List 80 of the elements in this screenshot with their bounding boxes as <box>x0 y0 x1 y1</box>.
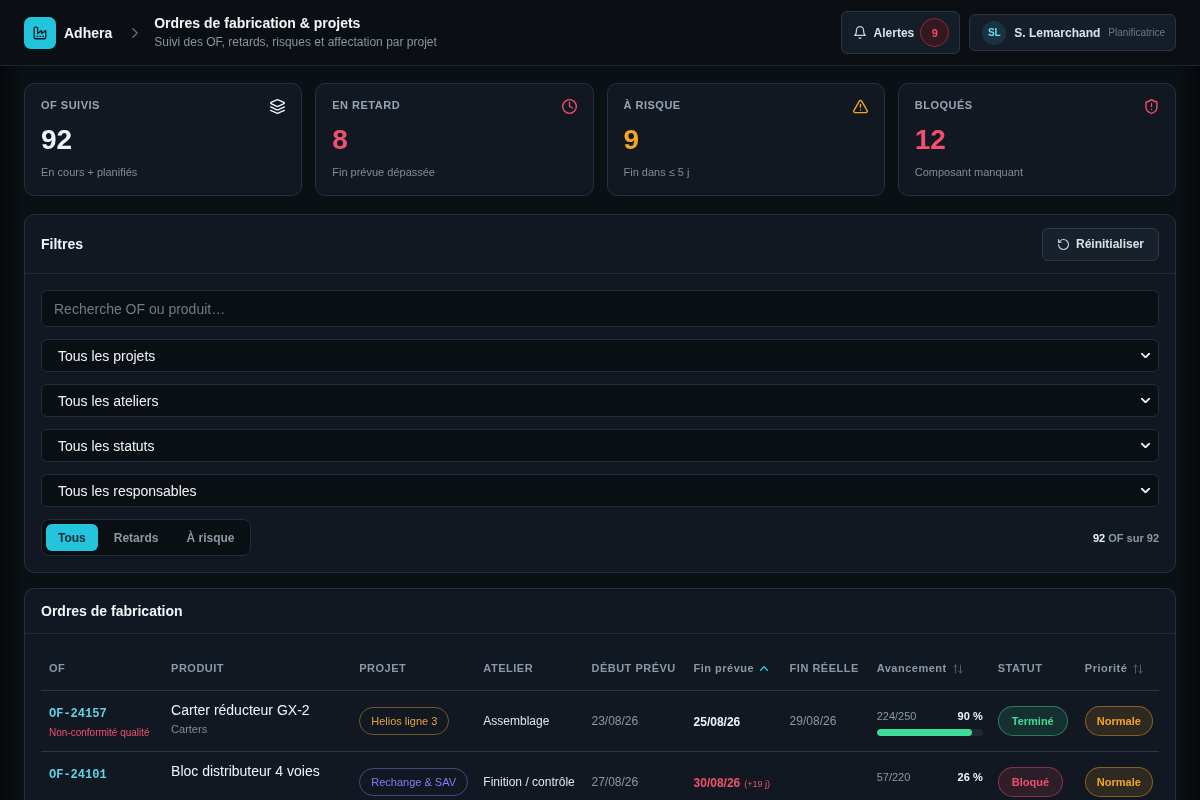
factory-logo-icon <box>24 16 56 49</box>
column-header: FIN RÉELLE <box>781 646 869 690</box>
table-cell: 23/08/26 <box>583 690 686 751</box>
view-tab[interactable]: Tous <box>46 524 98 551</box>
column-header[interactable]: Priorité <box>1076 646 1159 690</box>
kpi-caption: Fin dans ≤ 5 j <box>623 165 691 179</box>
view-tab[interactable]: À risque <box>174 524 247 551</box>
product-name: Bloc distributeur 4 voies <box>171 762 321 779</box>
status-badge: Terminé <box>997 705 1068 736</box>
kpi-value: 12 <box>914 124 947 156</box>
end-date: 25/08/26 <box>693 714 741 729</box>
user-role: Planificatrice <box>1108 27 1165 38</box>
layers-icon <box>270 98 286 114</box>
user-avatar: SL <box>982 20 1007 45</box>
page-title: Ordres de fabrication & projets <box>154 15 362 32</box>
column-header[interactable]: Fin prévue <box>685 646 782 690</box>
column-header: PROJET <box>351 646 476 690</box>
kpi-value: 92 <box>41 124 74 156</box>
kpi-label: OF SUIVIS <box>41 98 100 112</box>
alerts-button[interactable]: Alertes 9 <box>840 11 961 54</box>
priority-badge: Normale <box>1084 705 1153 736</box>
kpi-value: 8 <box>332 124 349 156</box>
column-header: DÉBUT PRÉVU <box>583 646 686 690</box>
kpi-value: 9 <box>623 124 641 156</box>
priority-badge: Normale <box>1084 766 1153 797</box>
delay-label: (+19 j) <box>744 778 770 789</box>
filter-dropdown[interactable]: Tous les projets <box>41 339 1159 372</box>
table-cell: Finition / contrôle <box>475 751 584 800</box>
kpi-caption: Composant manquant <box>914 165 1024 179</box>
end-date: 30/08/26 <box>693 775 741 790</box>
clock-icon <box>561 98 577 114</box>
reset-button[interactable]: Réinitialiser <box>1041 227 1159 261</box>
sort-arrows-icon <box>952 663 963 674</box>
shield-alert-icon <box>1144 98 1159 114</box>
order-number-link[interactable]: OF-24157 <box>49 706 107 721</box>
product-category: Carters <box>171 721 209 736</box>
result-count: 92 OF sur 92 <box>1092 531 1159 544</box>
table-cell: 29/08/26 <box>781 690 869 751</box>
page-subtitle: Suivi des OF, retards, risques et affectation par projet <box>154 35 437 50</box>
bell-icon <box>853 26 866 39</box>
warning-icon <box>852 98 868 114</box>
filter-dropdown[interactable]: Tous les statuts <box>41 429 1159 462</box>
product-name: Carter réducteur GX-2 <box>171 701 311 718</box>
chevron-down-icon <box>1141 353 1150 358</box>
filter-dropdown[interactable]: Tous les ateliers <box>41 384 1159 417</box>
user-menu-button[interactable]: SL S. Lemarchand Planificatrice <box>969 14 1176 51</box>
progress-percent: 90 % <box>957 708 983 723</box>
panel-title: Filtres <box>41 236 83 252</box>
progress-percent: 26 % <box>957 769 983 784</box>
sort-ascending-icon <box>760 666 769 672</box>
view-tab[interactable]: Retards <box>101 524 171 551</box>
chevron-down-icon <box>1141 443 1150 448</box>
column-header: OF <box>41 646 164 690</box>
column-header: STATUT <box>989 646 1077 690</box>
progress-count: 224/250 <box>876 708 917 723</box>
column-header[interactable]: Avancement <box>868 646 990 690</box>
breadcrumb-chevron-icon <box>132 27 139 38</box>
kpi-caption: Fin prévue dépassée <box>332 165 436 179</box>
chevron-down-icon <box>1141 398 1150 403</box>
order-number-link[interactable]: OF-24101 <box>49 767 107 782</box>
order-warning-text: Non-conformité qualité <box>49 726 151 739</box>
filter-dropdown[interactable]: Tous les responsables <box>41 474 1159 507</box>
circular-arrow-icon <box>1057 238 1069 250</box>
column-header: PRODUIT <box>163 646 352 690</box>
search-field[interactable]: Recherche OF ou produit… <box>41 290 1159 327</box>
chevron-down-icon <box>1141 488 1150 493</box>
sort-arrows-icon <box>1133 663 1144 674</box>
kpi-label: EN RETARD <box>332 98 401 112</box>
alert-count-badge: 9 <box>920 18 950 47</box>
kpi-caption: En cours + planifiés <box>41 165 139 179</box>
user-name: S. Lemarchand <box>1014 25 1101 40</box>
app-name: Adhera <box>64 24 113 41</box>
kpi-label: BLOQUÉS <box>914 98 973 112</box>
column-header: ATELIER <box>475 646 584 690</box>
status-badge: Bloqué <box>997 766 1064 797</box>
kpi-label: À RISQUE <box>623 98 681 112</box>
panel-title: Ordres de fabrication <box>41 603 183 619</box>
table-cell: Assemblage <box>475 690 584 751</box>
table-cell: 27/08/26 <box>583 751 686 800</box>
progress-count: 57/220 <box>876 769 911 784</box>
